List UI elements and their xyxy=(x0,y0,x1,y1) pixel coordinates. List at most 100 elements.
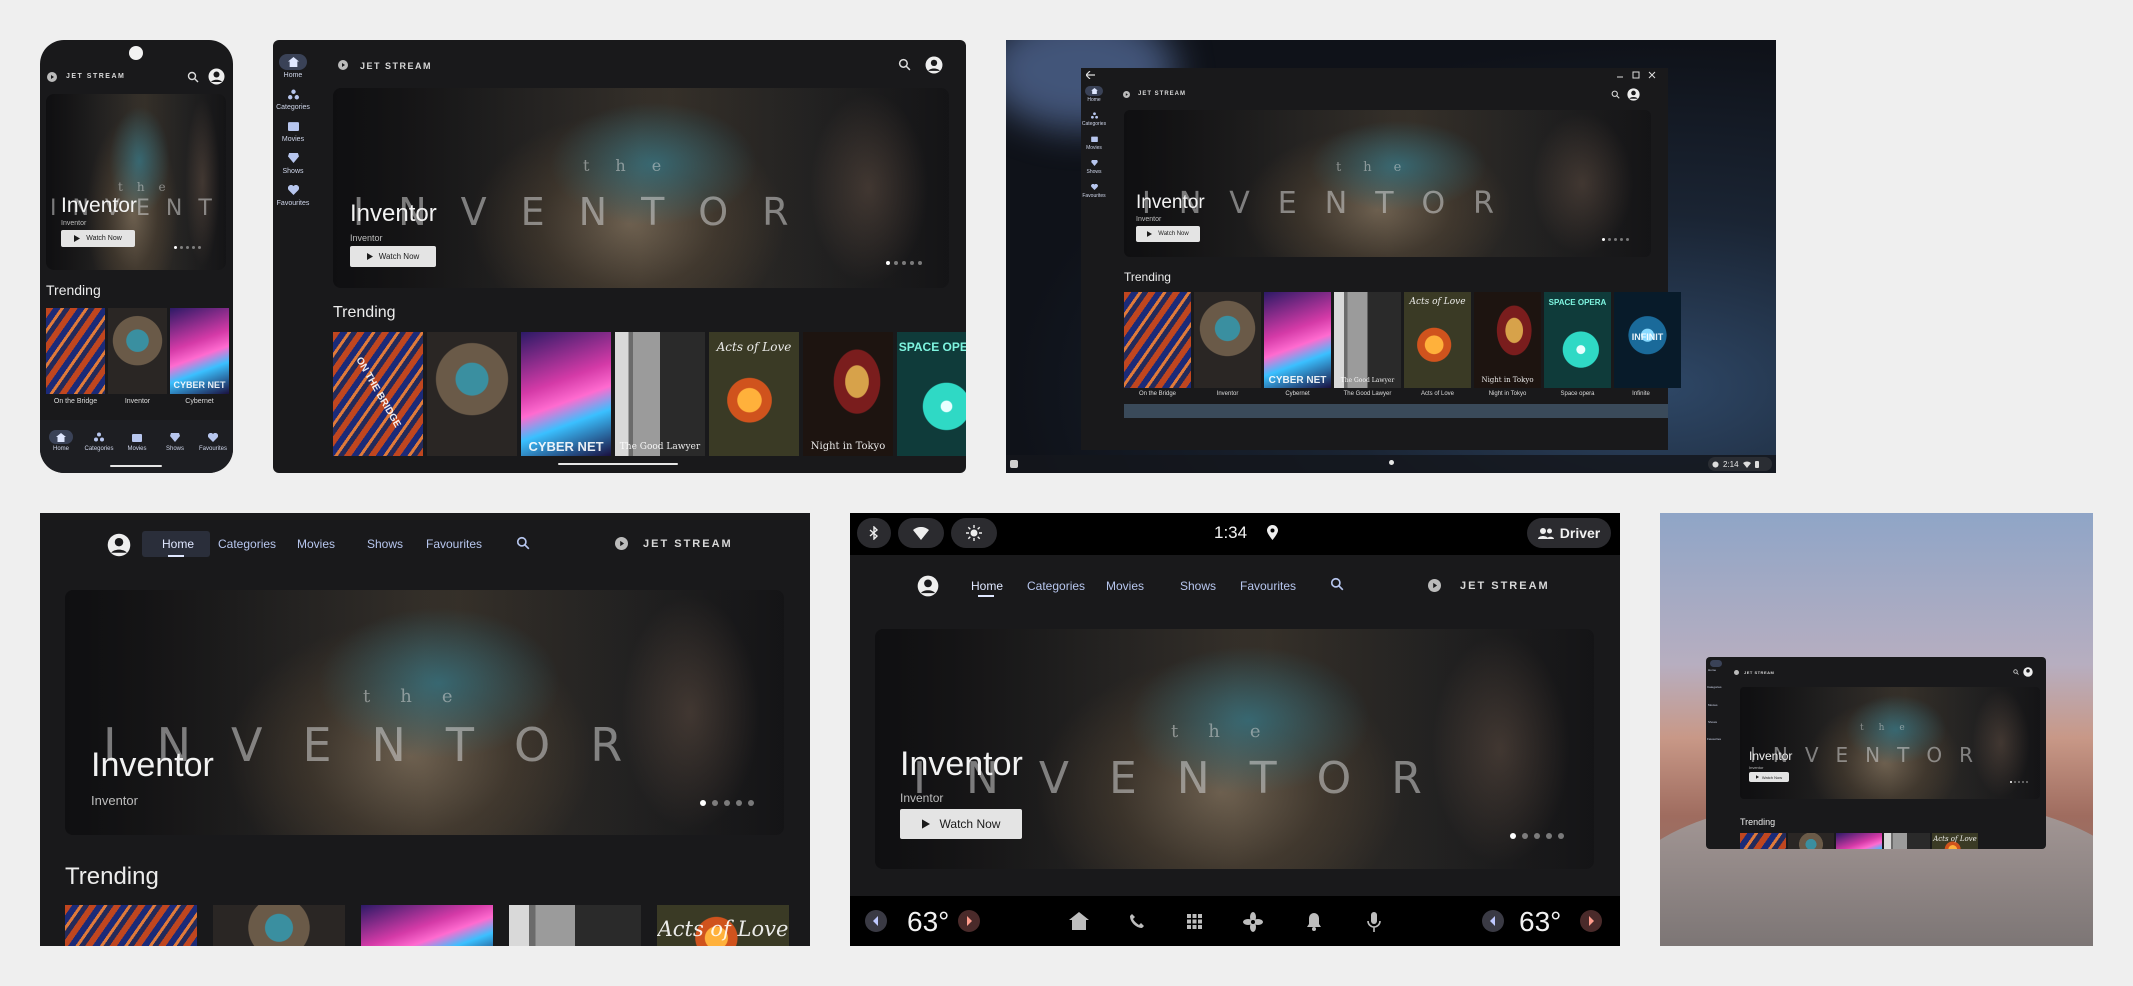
movie-card[interactable] xyxy=(509,905,641,946)
carousel-indicator[interactable] xyxy=(2010,781,2028,783)
movie-card[interactable]: Night in Tokyo xyxy=(803,332,893,456)
rail-favourites[interactable]: Favourites xyxy=(277,182,309,207)
search-icon[interactable] xyxy=(1611,90,1620,99)
profile-avatar-icon[interactable] xyxy=(925,56,943,74)
temp-left-decrease-icon[interactable] xyxy=(865,910,887,932)
bluetooth-button[interactable] xyxy=(857,518,891,548)
tab-shows[interactable]: Shows xyxy=(367,537,403,551)
movie-card[interactable] xyxy=(1884,833,1930,849)
bottom-nav-categories[interactable]: Categories xyxy=(80,430,118,452)
watch-now-button[interactable]: Watch Now xyxy=(1749,772,1789,782)
temp-left-value[interactable]: 63° xyxy=(907,906,949,938)
movie-card[interactable]: INFINIT xyxy=(1614,292,1681,388)
launcher-button[interactable] xyxy=(1010,460,1018,468)
movie-card[interactable]: The Good Lawyer xyxy=(615,332,705,456)
hero-banner[interactable]: the INVENTOR Inventor Inventor Watch Now xyxy=(1124,110,1651,257)
bottom-nav-home[interactable]: Home xyxy=(42,430,80,452)
temp-right-decrease-icon[interactable] xyxy=(1482,910,1504,932)
back-arrow-icon[interactable] xyxy=(1086,71,1095,79)
rail-categories[interactable]: Categories xyxy=(1082,110,1106,127)
carousel-indicator[interactable] xyxy=(1602,238,1629,241)
movie-card[interactable]: Acts of Love xyxy=(1932,833,1978,849)
movie-card[interactable]: Acts of Love xyxy=(709,332,799,456)
movie-card[interactable]: Acts of Love xyxy=(1404,292,1471,388)
shelf-app-dot[interactable] xyxy=(1389,460,1394,465)
carousel-indicator[interactable] xyxy=(700,800,754,806)
profile-avatar-icon[interactable] xyxy=(917,575,939,597)
temp-left-increase-icon[interactable] xyxy=(958,910,980,932)
search-icon[interactable] xyxy=(2013,669,2019,675)
watch-now-button[interactable]: Watch Now xyxy=(900,809,1022,839)
app-grid-icon[interactable] xyxy=(1187,914,1202,929)
search-icon[interactable] xyxy=(516,536,530,550)
rail-home[interactable]: Home xyxy=(277,54,309,79)
watch-now-button[interactable]: Watch Now xyxy=(1136,226,1200,242)
driver-profile-button[interactable]: Driver xyxy=(1527,518,1611,548)
home-icon[interactable] xyxy=(1069,912,1089,930)
movie-card[interactable] xyxy=(1836,833,1882,849)
rail-categories[interactable]: Categories xyxy=(276,86,310,111)
rail-movies[interactable]: Movies xyxy=(277,118,309,143)
search-icon[interactable] xyxy=(1330,577,1344,591)
tab-home[interactable]: Home xyxy=(971,579,1003,593)
movie-card[interactable] xyxy=(427,332,517,456)
rail-selected-pill[interactable] xyxy=(1710,660,1722,667)
profile-avatar-icon[interactable] xyxy=(1627,88,1640,101)
movie-card[interactable] xyxy=(213,905,345,946)
rail-shows[interactable]: Shows xyxy=(1083,158,1105,175)
movie-card[interactable] xyxy=(1788,833,1834,849)
profile-avatar-icon[interactable] xyxy=(208,68,225,85)
maximize-icon[interactable] xyxy=(1632,71,1640,79)
movie-card[interactable]: Night in Tokyo xyxy=(1474,292,1541,388)
carousel-indicator[interactable] xyxy=(174,246,201,249)
rail-home[interactable]: Home xyxy=(1083,86,1105,103)
movie-card[interactable] xyxy=(1124,292,1191,388)
microphone-icon[interactable] xyxy=(1367,912,1381,932)
hero-banner[interactable]: the INVENTOR Inventor Inventor xyxy=(65,590,784,835)
movie-card[interactable] xyxy=(65,905,197,946)
status-tray[interactable]: 2:14 xyxy=(1708,457,1772,471)
tab-favourites[interactable]: Favourites xyxy=(1240,579,1296,593)
watch-now-button[interactable]: Watch Now xyxy=(350,246,436,267)
temp-right-value[interactable]: 63° xyxy=(1519,906,1561,938)
bottom-nav-favourites[interactable]: Favourites xyxy=(194,430,232,452)
hero-banner[interactable]: the INVENTOR Inventor Inventor Watch Now xyxy=(1740,687,2040,799)
tab-favourites[interactable]: Favourites xyxy=(426,537,482,551)
hero-banner[interactable]: the INVENTOR Inventor Inventor Watch Now xyxy=(46,94,226,270)
movie-card[interactable]: CYBER NET xyxy=(170,308,229,394)
movie-card[interactable] xyxy=(108,308,167,394)
rail-shows[interactable]: Shows xyxy=(277,150,309,175)
minimize-icon[interactable] xyxy=(1616,71,1624,79)
tab-shows[interactable]: Shows xyxy=(1180,579,1216,593)
close-icon[interactable] xyxy=(1648,71,1656,79)
floating-app-window[interactable]: Home Categories Movies Shows Favourites … xyxy=(1706,657,2046,849)
phone-icon[interactable] xyxy=(1129,913,1145,929)
gesture-handle[interactable] xyxy=(558,463,678,465)
movie-card[interactable]: CYBER NET xyxy=(521,332,611,456)
tab-categories[interactable]: Categories xyxy=(1027,579,1085,593)
movie-card[interactable] xyxy=(1194,292,1261,388)
movie-card[interactable]: SPACE OPERA xyxy=(897,332,966,456)
rail-favourites[interactable]: Favourites xyxy=(1082,182,1106,199)
watch-now-button[interactable]: Watch Now xyxy=(61,230,135,247)
app-window[interactable]: Home Categories Movies Shows Favourites … xyxy=(1081,68,1681,450)
carousel-indicator[interactable] xyxy=(886,261,922,265)
tab-categories[interactable]: Categories xyxy=(218,537,276,551)
profile-avatar-icon[interactable] xyxy=(107,533,131,557)
tab-movies[interactable]: Movies xyxy=(297,537,335,551)
movie-card[interactable]: The Good Lawyer xyxy=(1334,292,1401,388)
movie-card[interactable] xyxy=(361,905,493,946)
bottom-nav-movies[interactable]: Movies xyxy=(118,430,156,452)
rail-movies[interactable]: Movies xyxy=(1083,134,1105,151)
carousel-indicator[interactable] xyxy=(1510,833,1564,839)
tab-movies[interactable]: Movies xyxy=(1106,579,1144,593)
fan-icon[interactable] xyxy=(1243,912,1263,932)
wifi-button[interactable] xyxy=(898,518,944,548)
movie-card[interactable]: ON THE BRIDGE xyxy=(333,332,423,456)
profile-avatar-icon[interactable] xyxy=(2023,667,2033,677)
notification-bell-icon[interactable] xyxy=(1306,913,1322,931)
movie-card[interactable] xyxy=(1740,833,1786,849)
brightness-button[interactable] xyxy=(951,518,997,548)
movie-card[interactable]: SPACE OPERA xyxy=(1544,292,1611,388)
bottom-nav-shows[interactable]: Shows xyxy=(156,430,194,452)
